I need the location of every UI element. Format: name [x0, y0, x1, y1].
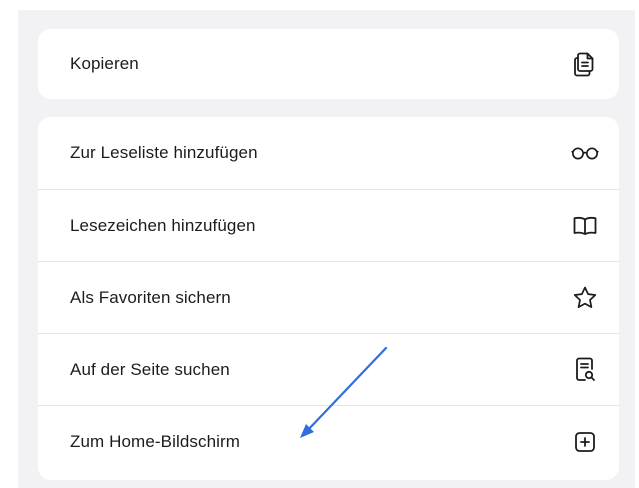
star-icon [571, 284, 599, 312]
menu-item-label: Als Favoriten sichern [70, 287, 231, 307]
actions-card: Zur Leseliste hinzufügen Lesezeichen hin… [38, 117, 619, 480]
menu-item-add-to-home-screen[interactable]: Zum Home-Bildschirm [38, 405, 619, 477]
menu-item-label: Zur Leseliste hinzufügen [70, 143, 258, 162]
menu-item-copy[interactable]: Kopieren [38, 29, 619, 99]
menu-item-label: Kopieren [70, 54, 139, 73]
copy-icon [571, 50, 599, 78]
menu-item-label: Lesezeichen hinzufügen [70, 215, 256, 235]
menu-item-bookmark[interactable]: Lesezeichen hinzufügen [38, 189, 619, 261]
menu-item-label: Auf der Seite suchen [70, 359, 230, 379]
menu-item-label: Zum Home-Bildschirm [70, 431, 241, 451]
glasses-icon [571, 139, 599, 167]
add-square-icon [571, 428, 599, 456]
find-in-page-icon [571, 356, 599, 384]
menu-item-favorites[interactable]: Als Favoriten sichern [38, 261, 619, 333]
book-icon [571, 212, 599, 240]
menu-item-reading-list[interactable]: Zur Leseliste hinzufügen [38, 117, 619, 189]
copy-card: Kopieren [38, 29, 619, 99]
menu-item-find-on-page[interactable]: Auf der Seite suchen [38, 333, 619, 405]
